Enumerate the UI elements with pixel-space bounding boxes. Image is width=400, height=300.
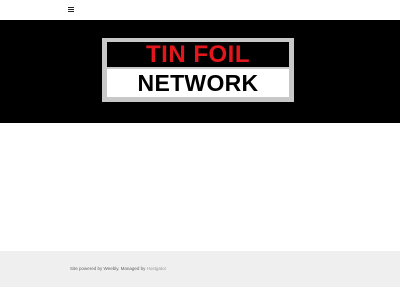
footer-manager-link[interactable]: Hostgator: [147, 266, 167, 271]
hamburger-menu-icon[interactable]: [66, 5, 78, 15]
logo-title-line1: TIN FOIL: [107, 42, 289, 67]
page: TIN FOIL NETWORK Site powered by Weebly.…: [0, 0, 400, 300]
footer: Site powered by Weebly. Managed by Hostg…: [0, 251, 400, 287]
hero-banner: TIN FOIL NETWORK: [0, 20, 400, 123]
logo-title-line2: NETWORK: [107, 69, 289, 97]
top-bar: [0, 0, 400, 20]
footer-credit: Site powered by Weebly. Managed by Hostg…: [70, 266, 166, 271]
site-logo[interactable]: TIN FOIL NETWORK: [102, 38, 294, 102]
footer-powered-text: Site powered by Weebly. Managed by: [70, 266, 147, 271]
main-content: [0, 123, 400, 251]
bottom-strip: [0, 287, 400, 300]
